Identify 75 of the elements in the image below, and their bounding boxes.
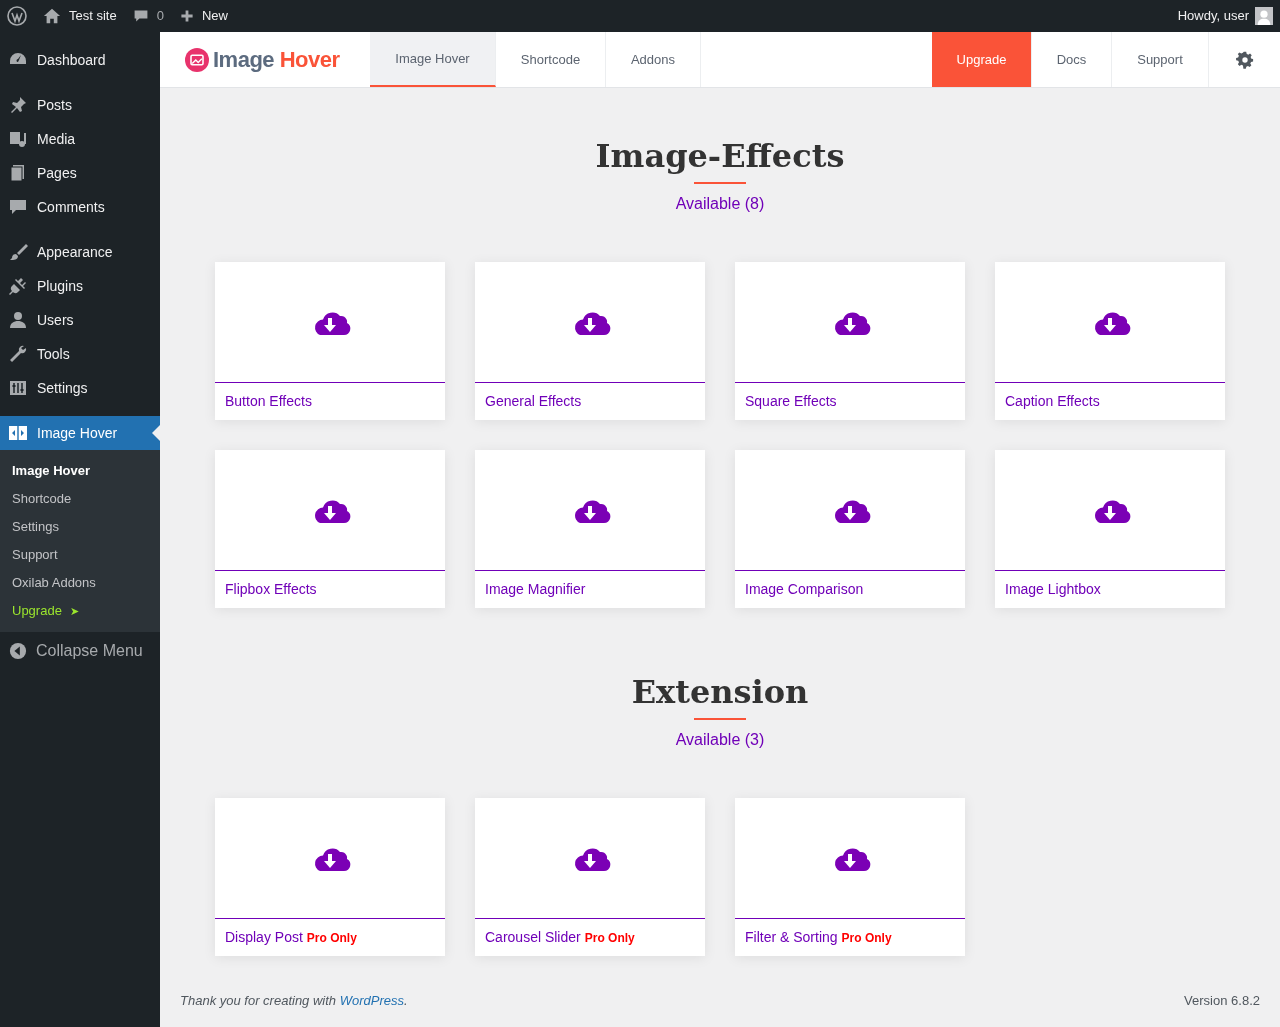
wordpress-link[interactable]: WordPress [339,993,404,1009]
new-link[interactable]: New [179,6,228,26]
speech-bubble-icon [8,197,28,217]
card-title: Carousel Slider [485,928,581,947]
avatar-icon [1255,7,1273,25]
card-title: Display Post [225,928,303,947]
addon-card[interactable]: Image Magnifier [475,450,705,608]
submenu-item[interactable]: Settings [0,513,160,541]
card-title: Caption Effects [1005,392,1100,411]
pro-only-label: Pro Only [306,929,357,947]
addon-card[interactable]: General Effects [475,262,705,420]
card-title: Button Effects [225,392,312,411]
media-icon [8,129,28,149]
sidebar-menu-item[interactable]: Plugins [0,269,160,303]
card-title: Square Effects [745,392,837,411]
sidebar-menu-item[interactable]: Dashboard [0,43,160,77]
wordpress-logo-icon[interactable] [7,6,27,26]
settings-icon [1235,50,1254,69]
plugin-tab[interactable]: Image Hover [370,32,496,87]
sidebar-menu-item[interactable]: Media [0,122,160,156]
addon-card[interactable]: Image Lightbox [995,450,1225,608]
logo-text: Image Hover [213,46,340,74]
addon-card[interactable]: Image Comparison [735,450,965,608]
addon-card[interactable]: Flipbox Effects [215,450,445,608]
footer-credit: Thank you for creating with WordPress. [180,992,408,1011]
speech-bubble-icon [132,8,149,24]
picture-badge-icon [185,47,209,72]
card-title: Image Magnifier [485,580,586,599]
addon-card[interactable]: Carousel Slider Pro Only [475,798,705,956]
available-count: Available (8) [675,194,765,214]
card-title: General Effects [485,392,582,411]
title-underline [694,718,746,720]
submenu-item[interactable]: Support [0,541,160,569]
sidebar-menu-item[interactable]: Settings [0,371,160,405]
paintbrush-icon [8,242,28,262]
collapse-menu-button[interactable]: Collapse Menu [0,632,160,670]
pro-only-label: Pro Only [584,929,635,947]
addon-card[interactable]: Button Effects [215,262,445,420]
submenu-item[interactable]: Upgrade ➤ [0,597,160,625]
section-title: Extension [631,672,809,712]
sidebar-menu-item[interactable]: Image Hover [0,416,160,450]
title-underline [694,182,746,184]
current-pointer [152,425,160,441]
card-title: Image Lightbox [1005,580,1101,599]
comments-link[interactable]: 0 [132,6,164,26]
wrench-icon [8,344,28,364]
card-title: Image Comparison [745,580,864,599]
user-icon [8,310,28,330]
split-arrows-icon [8,423,28,443]
plus-icon [179,9,194,23]
version-text: Version 6.8.2 [1184,992,1260,1011]
addon-card[interactable]: Square Effects [735,262,965,420]
site-link[interactable]: Test site [43,6,117,26]
left-arrow-circle-icon [9,642,27,660]
sidebar-menu-item[interactable]: Pages [0,156,160,190]
addon-card[interactable]: Display Post Pro Only [215,798,445,956]
card-title: Flipbox Effects [225,580,317,599]
sidebar-menu-item[interactable]: Users [0,303,160,337]
sidebar-menu-item[interactable]: Comments [0,190,160,224]
submenu-item[interactable]: Oxilab Addons [0,569,160,597]
pro-only-label: Pro Only [841,929,892,947]
submenu-item[interactable]: Image Hover [0,457,160,485]
submenu-item[interactable]: Shortcode [0,485,160,513]
available-count: Available (3) [675,730,765,750]
plug-icon [8,276,28,296]
addon-card[interactable]: Filter & Sorting Pro Only [735,798,965,956]
section-title: Image-Effects [595,136,845,176]
card-title: Filter & Sorting [745,928,838,947]
sidebar-menu-item[interactable]: Appearance [0,235,160,269]
addon-card[interactable]: Caption Effects [995,262,1225,420]
account-link[interactable]: Howdy, user [1177,6,1273,26]
home-icon [43,7,61,25]
sliders-icon [8,378,28,398]
sidebar-menu-item[interactable]: Tools [0,337,160,371]
sidebar-menu-item[interactable]: Posts [0,88,160,122]
